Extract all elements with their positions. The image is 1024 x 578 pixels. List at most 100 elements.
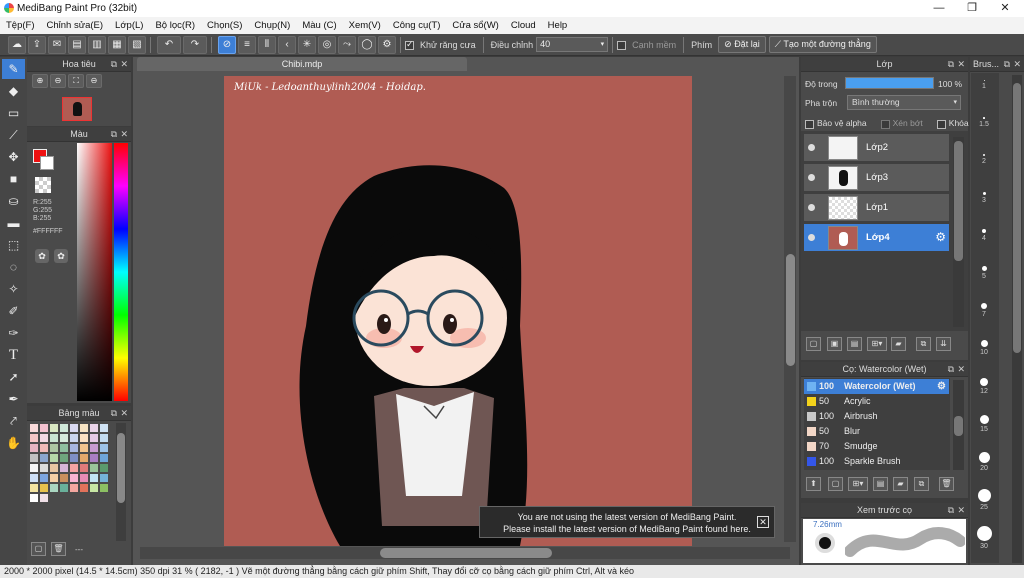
share-icon[interactable]: ⇪: [28, 35, 46, 54]
close-panel-icon[interactable]: ✕: [120, 57, 128, 72]
brush-item[interactable]: 50 Blur: [804, 424, 949, 439]
palette-swatch[interactable]: [40, 444, 48, 452]
palette-swatch[interactable]: [40, 424, 48, 432]
gradient-tool-icon[interactable]: ▬: [2, 213, 25, 233]
duplicate-layer-icon[interactable]: ⧉: [916, 337, 931, 351]
eraser-tool-icon[interactable]: ◆: [2, 81, 25, 101]
soft-edge-checkbox[interactable]: [617, 41, 627, 50]
palette-swatch[interactable]: [50, 444, 58, 452]
undock-icon[interactable]: ⧉: [1004, 57, 1010, 72]
perspective-snap-icon[interactable]: ‹: [278, 35, 296, 54]
adjust-input[interactable]: 40 ▾: [536, 37, 609, 52]
palette-swatch[interactable]: [90, 434, 98, 442]
undock-icon[interactable]: ⧉: [948, 362, 954, 377]
palette-swatch[interactable]: [100, 434, 108, 442]
menu-cloud[interactable]: Cloud: [505, 20, 542, 31]
palette-swatch[interactable]: [90, 474, 98, 482]
palette-swatch[interactable]: [30, 444, 38, 452]
undock-icon[interactable]: ⧉: [111, 57, 117, 72]
palette-swatch[interactable]: [100, 444, 108, 452]
navigator-thumbnail[interactable]: [62, 97, 92, 121]
palette-swatch[interactable]: [60, 434, 68, 442]
select-pen-tool-icon[interactable]: ✐: [2, 301, 25, 321]
brush-size-cell[interactable]: 3: [972, 191, 996, 229]
undo-icon[interactable]: ↶: [157, 35, 181, 54]
move-tool-icon[interactable]: ✥: [2, 147, 25, 167]
menu-help[interactable]: Help: [542, 20, 574, 31]
layout-icon[interactable]: ▧: [128, 35, 146, 54]
close-panel-icon[interactable]: ✕: [957, 57, 965, 72]
saturation-value-picker[interactable]: [77, 143, 112, 401]
palette-swatch[interactable]: [40, 484, 48, 492]
new-layer-icon[interactable]: ▢: [806, 337, 821, 351]
undock-icon[interactable]: ⧉: [111, 127, 117, 142]
brush-size-cell[interactable]: 1.5: [972, 117, 996, 154]
radial-snap-icon[interactable]: ✳: [298, 35, 316, 54]
antialias-checkbox[interactable]: [405, 39, 414, 50]
hand-tool-icon[interactable]: ✋: [2, 433, 25, 453]
brush-scroll-thumb[interactable]: [954, 416, 963, 436]
chat-icon[interactable]: ✉: [48, 35, 66, 54]
palette-swatch[interactable]: [100, 464, 108, 472]
document-tab[interactable]: Chibi.mdp: [137, 57, 467, 71]
palette-swatch[interactable]: [70, 484, 78, 492]
brush-properties-icon[interactable]: ▤: [873, 477, 888, 491]
canvas-paper[interactable]: MiUk - Ledoanthuylinh2004 - Hoidap.: [224, 76, 692, 546]
layer-row-selected[interactable]: Lớp4 ⚙: [804, 224, 949, 252]
vertical-snap-icon[interactable]: ⦀: [258, 35, 276, 54]
menu-snap[interactable]: Chụp(N): [248, 20, 296, 31]
palette-swatch[interactable]: [40, 434, 48, 442]
palette-swatch[interactable]: [80, 464, 88, 472]
brush-item[interactable]: 100 Sparkle Brush: [804, 454, 949, 469]
actual-size-icon[interactable]: ⊖: [86, 74, 102, 88]
brush-item[interactable]: 50 Acrylic: [804, 394, 949, 409]
magic-wand-tool-icon[interactable]: ✧: [2, 279, 25, 299]
brush-scrollbar[interactable]: [953, 380, 964, 470]
palette-swatch[interactable]: [60, 474, 68, 482]
parallel-snap-icon[interactable]: ≡: [238, 35, 256, 54]
palette-scroll-thumb[interactable]: [117, 433, 125, 503]
brush-size-cell[interactable]: 15: [972, 414, 996, 452]
brush-item-selected[interactable]: 100 Watercolor (Wet) ⚙: [804, 379, 949, 394]
brush-menu-icon[interactable]: ⊞▾: [848, 477, 868, 491]
background-color[interactable]: [40, 156, 54, 170]
close-panel-icon[interactable]: ✕: [957, 503, 965, 518]
palette-swatch[interactable]: [60, 454, 68, 462]
menu-filter[interactable]: Bộ lọc(R): [149, 20, 201, 31]
brush-folder-icon[interactable]: ▰: [893, 477, 908, 491]
visibility-icon[interactable]: [808, 144, 815, 151]
menu-color[interactable]: Màu (C): [296, 20, 342, 31]
page-icon[interactable]: ▥: [88, 35, 106, 54]
brush-size-cell[interactable]: 10: [972, 340, 996, 377]
undock-icon[interactable]: ⧉: [948, 503, 954, 518]
close-panel-icon[interactable]: ✕: [957, 362, 965, 377]
menu-layer[interactable]: Lớp(L): [109, 20, 149, 31]
palette-swatch[interactable]: [70, 444, 78, 452]
dot-tool-icon[interactable]: ⟋: [2, 125, 25, 145]
comment-icon[interactable]: ▤: [68, 35, 86, 54]
select-tool-icon[interactable]: ⬚: [2, 235, 25, 255]
layer-row[interactable]: Lớp3: [804, 164, 949, 192]
new-halftone-layer-icon[interactable]: ▣: [827, 337, 842, 351]
palette-swatch[interactable]: [100, 474, 108, 482]
palette-swatch[interactable]: [30, 494, 38, 502]
transparent-color[interactable]: [35, 177, 51, 193]
palette-swatch[interactable]: [90, 464, 98, 472]
menu-view[interactable]: Xem(V): [343, 20, 387, 31]
straight-line-button[interactable]: ⟋ Tạo một đường thẳng: [768, 36, 877, 53]
palette-swatch[interactable]: [90, 484, 98, 492]
brush-size-scroll-thumb[interactable]: [1013, 83, 1021, 353]
brush-size-scrollbar[interactable]: [1012, 75, 1022, 563]
palette-swatch[interactable]: [50, 464, 58, 472]
palette-scrollbar[interactable]: [116, 423, 126, 541]
menu-window[interactable]: Cửa sổ(W): [446, 20, 504, 31]
palette-swatch[interactable]: [70, 474, 78, 482]
palette-swatch[interactable]: [90, 424, 98, 432]
palette-swatch[interactable]: [100, 454, 108, 462]
horizontal-scroll-thumb[interactable]: [380, 548, 552, 558]
brush-size-cell[interactable]: 12: [972, 377, 996, 415]
palette-swatch[interactable]: [40, 464, 48, 472]
palette-swatch[interactable]: [50, 454, 58, 462]
update-notice[interactable]: You are not using the latest version of …: [479, 506, 775, 538]
add-layer-menu-icon[interactable]: ⊞▾: [867, 337, 887, 351]
